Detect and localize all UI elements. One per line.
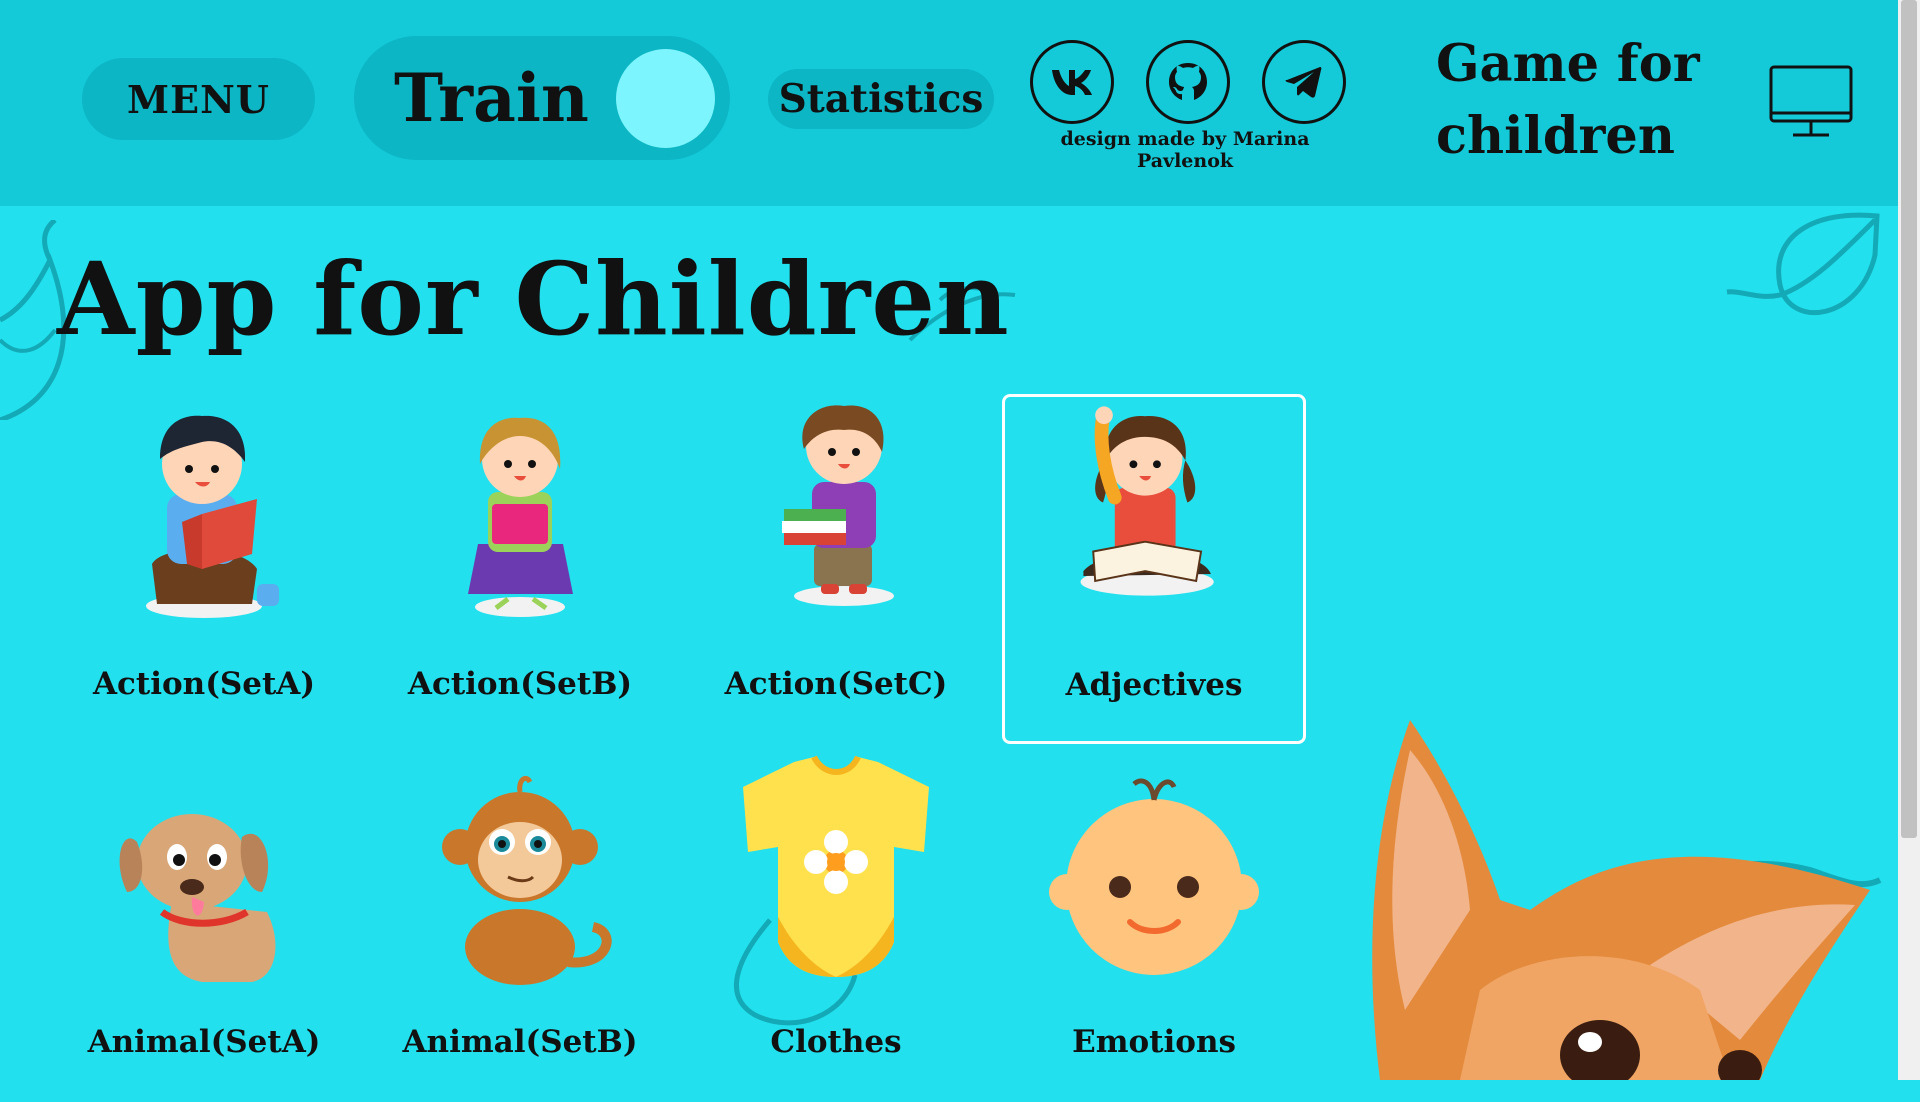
category-card-emotions[interactable]: Emotions [1002, 752, 1306, 1102]
fox-mascot-image [1372, 720, 1870, 1080]
category-label: Action(SetA) [92, 666, 316, 702]
toggle-knob[interactable] [616, 49, 715, 148]
github-icon [1169, 63, 1207, 100]
boy-holding-books-icon [782, 405, 894, 606]
category-card-animal-setb[interactable]: Animal(SetB) [368, 752, 672, 1102]
game-title: Game for children [1436, 28, 1736, 172]
puppy-icon [119, 814, 276, 982]
category-card-action-setb[interactable]: Action(SetB) [368, 394, 672, 744]
category-label: Animal(SetB) [402, 1024, 638, 1060]
train-play-mode-toggle[interactable]: Train [354, 36, 730, 160]
menu-button[interactable]: MENU [82, 58, 315, 140]
category-card-action-seta[interactable]: Action(SetA) [52, 394, 356, 744]
vk-link[interactable] [1030, 40, 1114, 124]
monkey-icon [442, 775, 612, 985]
github-link[interactable] [1146, 40, 1230, 124]
mode-label: Train [394, 59, 589, 137]
girl-with-book-icon [468, 417, 573, 617]
statistics-button[interactable]: Statistics [768, 69, 994, 129]
category-card-clothes[interactable]: Clothes [684, 752, 988, 1102]
telegram-icon [1285, 67, 1322, 98]
page-title: App for Children [57, 240, 1010, 358]
scrollbar-thumb[interactable] [1901, 0, 1917, 838]
category-label: Action(SetB) [407, 666, 633, 702]
game-title-line1: Game for [1436, 34, 1700, 94]
boy-reading-icon [146, 415, 279, 618]
baby-bodysuit-icon [743, 755, 929, 977]
category-card-animal-seta[interactable]: Animal(SetA) [52, 752, 356, 1102]
category-label: Emotions [1072, 1024, 1236, 1060]
girl-raising-hand-icon [1080, 406, 1214, 596]
category-card-adjectives[interactable]: Adjectives [1002, 394, 1306, 744]
game-title-line2: children [1436, 106, 1675, 166]
category-label: Clothes [770, 1024, 902, 1060]
baby-face-icon [1049, 778, 1259, 975]
design-credit-text: design made by Marina Pavlenok [1060, 128, 1310, 172]
category-label: Adjectives [1065, 667, 1243, 703]
telegram-link[interactable] [1262, 40, 1346, 124]
category-card-action-setc[interactable]: Action(SetC) [684, 394, 988, 744]
leaf-decoration-top-right [1726, 212, 1880, 316]
category-label: Animal(SetA) [87, 1024, 321, 1060]
monitor-icon[interactable] [1768, 64, 1854, 140]
category-label: Action(SetC) [724, 666, 948, 702]
vk-icon [1052, 70, 1092, 95]
